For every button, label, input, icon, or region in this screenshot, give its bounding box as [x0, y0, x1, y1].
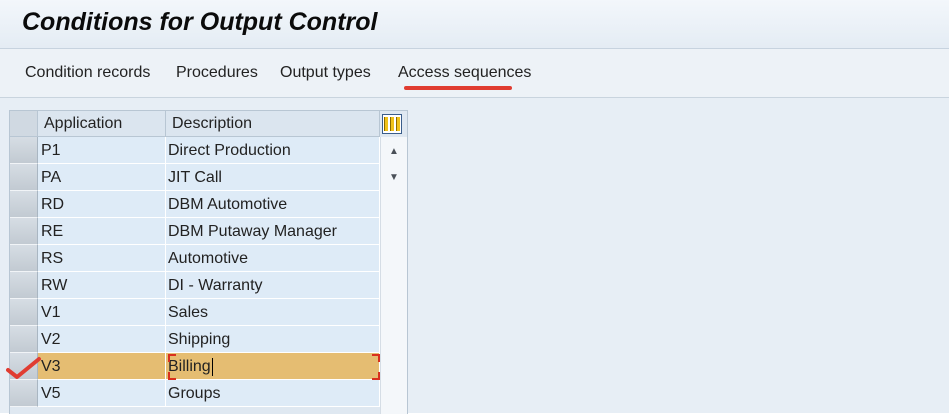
- table-row[interactable]: RD DBM Automotive: [10, 191, 380, 218]
- cell-description[interactable]: Shipping: [166, 326, 380, 353]
- cell-application[interactable]: V3: [38, 353, 166, 380]
- row-selector[interactable]: [10, 218, 38, 245]
- cell-description[interactable]: JIT Call: [166, 164, 380, 191]
- cell-application[interactable]: RS: [38, 245, 166, 272]
- menu-output-types[interactable]: Output types: [280, 64, 371, 82]
- table-row[interactable]: RS Automotive: [10, 245, 380, 272]
- cell-description-editing[interactable]: Billing: [166, 353, 380, 380]
- focus-corner: [372, 354, 380, 362]
- table-row[interactable]: P1 Direct Production: [10, 137, 380, 164]
- cell-description[interactable]: DBM Automotive: [166, 191, 380, 218]
- cell-application[interactable]: V5: [38, 380, 166, 407]
- focus-corner: [372, 372, 380, 380]
- checkmark-annotation-icon: [6, 357, 41, 379]
- cell-application[interactable]: RD: [38, 191, 166, 218]
- vertical-scrollbar[interactable]: ▲ ▼: [380, 137, 407, 414]
- row-selector[interactable]: [10, 380, 38, 407]
- menu-condition-records[interactable]: Condition records: [25, 64, 150, 82]
- text-cursor: [211, 357, 213, 376]
- cell-application[interactable]: P1: [38, 137, 166, 164]
- focus-corner: [168, 354, 176, 362]
- column-settings-icon[interactable]: [382, 114, 402, 134]
- table-row[interactable]: V5 Groups: [10, 380, 380, 407]
- cell-description[interactable]: Sales: [166, 299, 380, 326]
- cell-application[interactable]: V1: [38, 299, 166, 326]
- select-all-header[interactable]: [10, 111, 38, 137]
- cell-description[interactable]: DBM Putaway Manager: [166, 218, 380, 245]
- table-row[interactable]: V1 Sales: [10, 299, 380, 326]
- scroll-down-icon[interactable]: ▼: [385, 169, 403, 185]
- menu-procedures[interactable]: Procedures: [176, 64, 258, 82]
- menu-access-sequences[interactable]: Access sequences: [398, 64, 531, 82]
- focus-corner: [168, 372, 176, 380]
- row-selector[interactable]: [10, 326, 38, 353]
- table-row-selected[interactable]: V3 Billing: [10, 353, 380, 380]
- table-row[interactable]: RE DBM Putaway Manager: [10, 218, 380, 245]
- row-selector[interactable]: [10, 137, 38, 164]
- cell-description[interactable]: Direct Production: [166, 137, 380, 164]
- table-row[interactable]: RW DI - Warranty: [10, 272, 380, 299]
- column-header-description[interactable]: Description: [166, 111, 380, 137]
- row-selector[interactable]: [10, 245, 38, 272]
- title-bar: Conditions for Output Control: [0, 0, 949, 49]
- column-header-application[interactable]: Application: [38, 111, 166, 137]
- table-row[interactable]: PA JIT Call: [10, 164, 380, 191]
- cell-application[interactable]: RW: [38, 272, 166, 299]
- row-selector[interactable]: [10, 164, 38, 191]
- highlight-underline: [404, 86, 512, 90]
- cell-description[interactable]: Groups: [166, 380, 380, 407]
- row-selector[interactable]: [10, 272, 38, 299]
- menu-bar: Condition records Procedures Output type…: [0, 49, 949, 98]
- table-row[interactable]: V2 Shipping: [10, 326, 380, 353]
- cell-application[interactable]: RE: [38, 218, 166, 245]
- row-selector[interactable]: [10, 191, 38, 218]
- cell-application[interactable]: V2: [38, 326, 166, 353]
- cell-application[interactable]: PA: [38, 164, 166, 191]
- page-title: Conditions for Output Control: [22, 8, 378, 36]
- scroll-up-icon[interactable]: ▲: [385, 143, 403, 159]
- row-selector[interactable]: [10, 299, 38, 326]
- cell-description[interactable]: Automotive: [166, 245, 380, 272]
- applications-table: Application Description P1 Direct Produc…: [9, 110, 408, 414]
- cell-description[interactable]: DI - Warranty: [166, 272, 380, 299]
